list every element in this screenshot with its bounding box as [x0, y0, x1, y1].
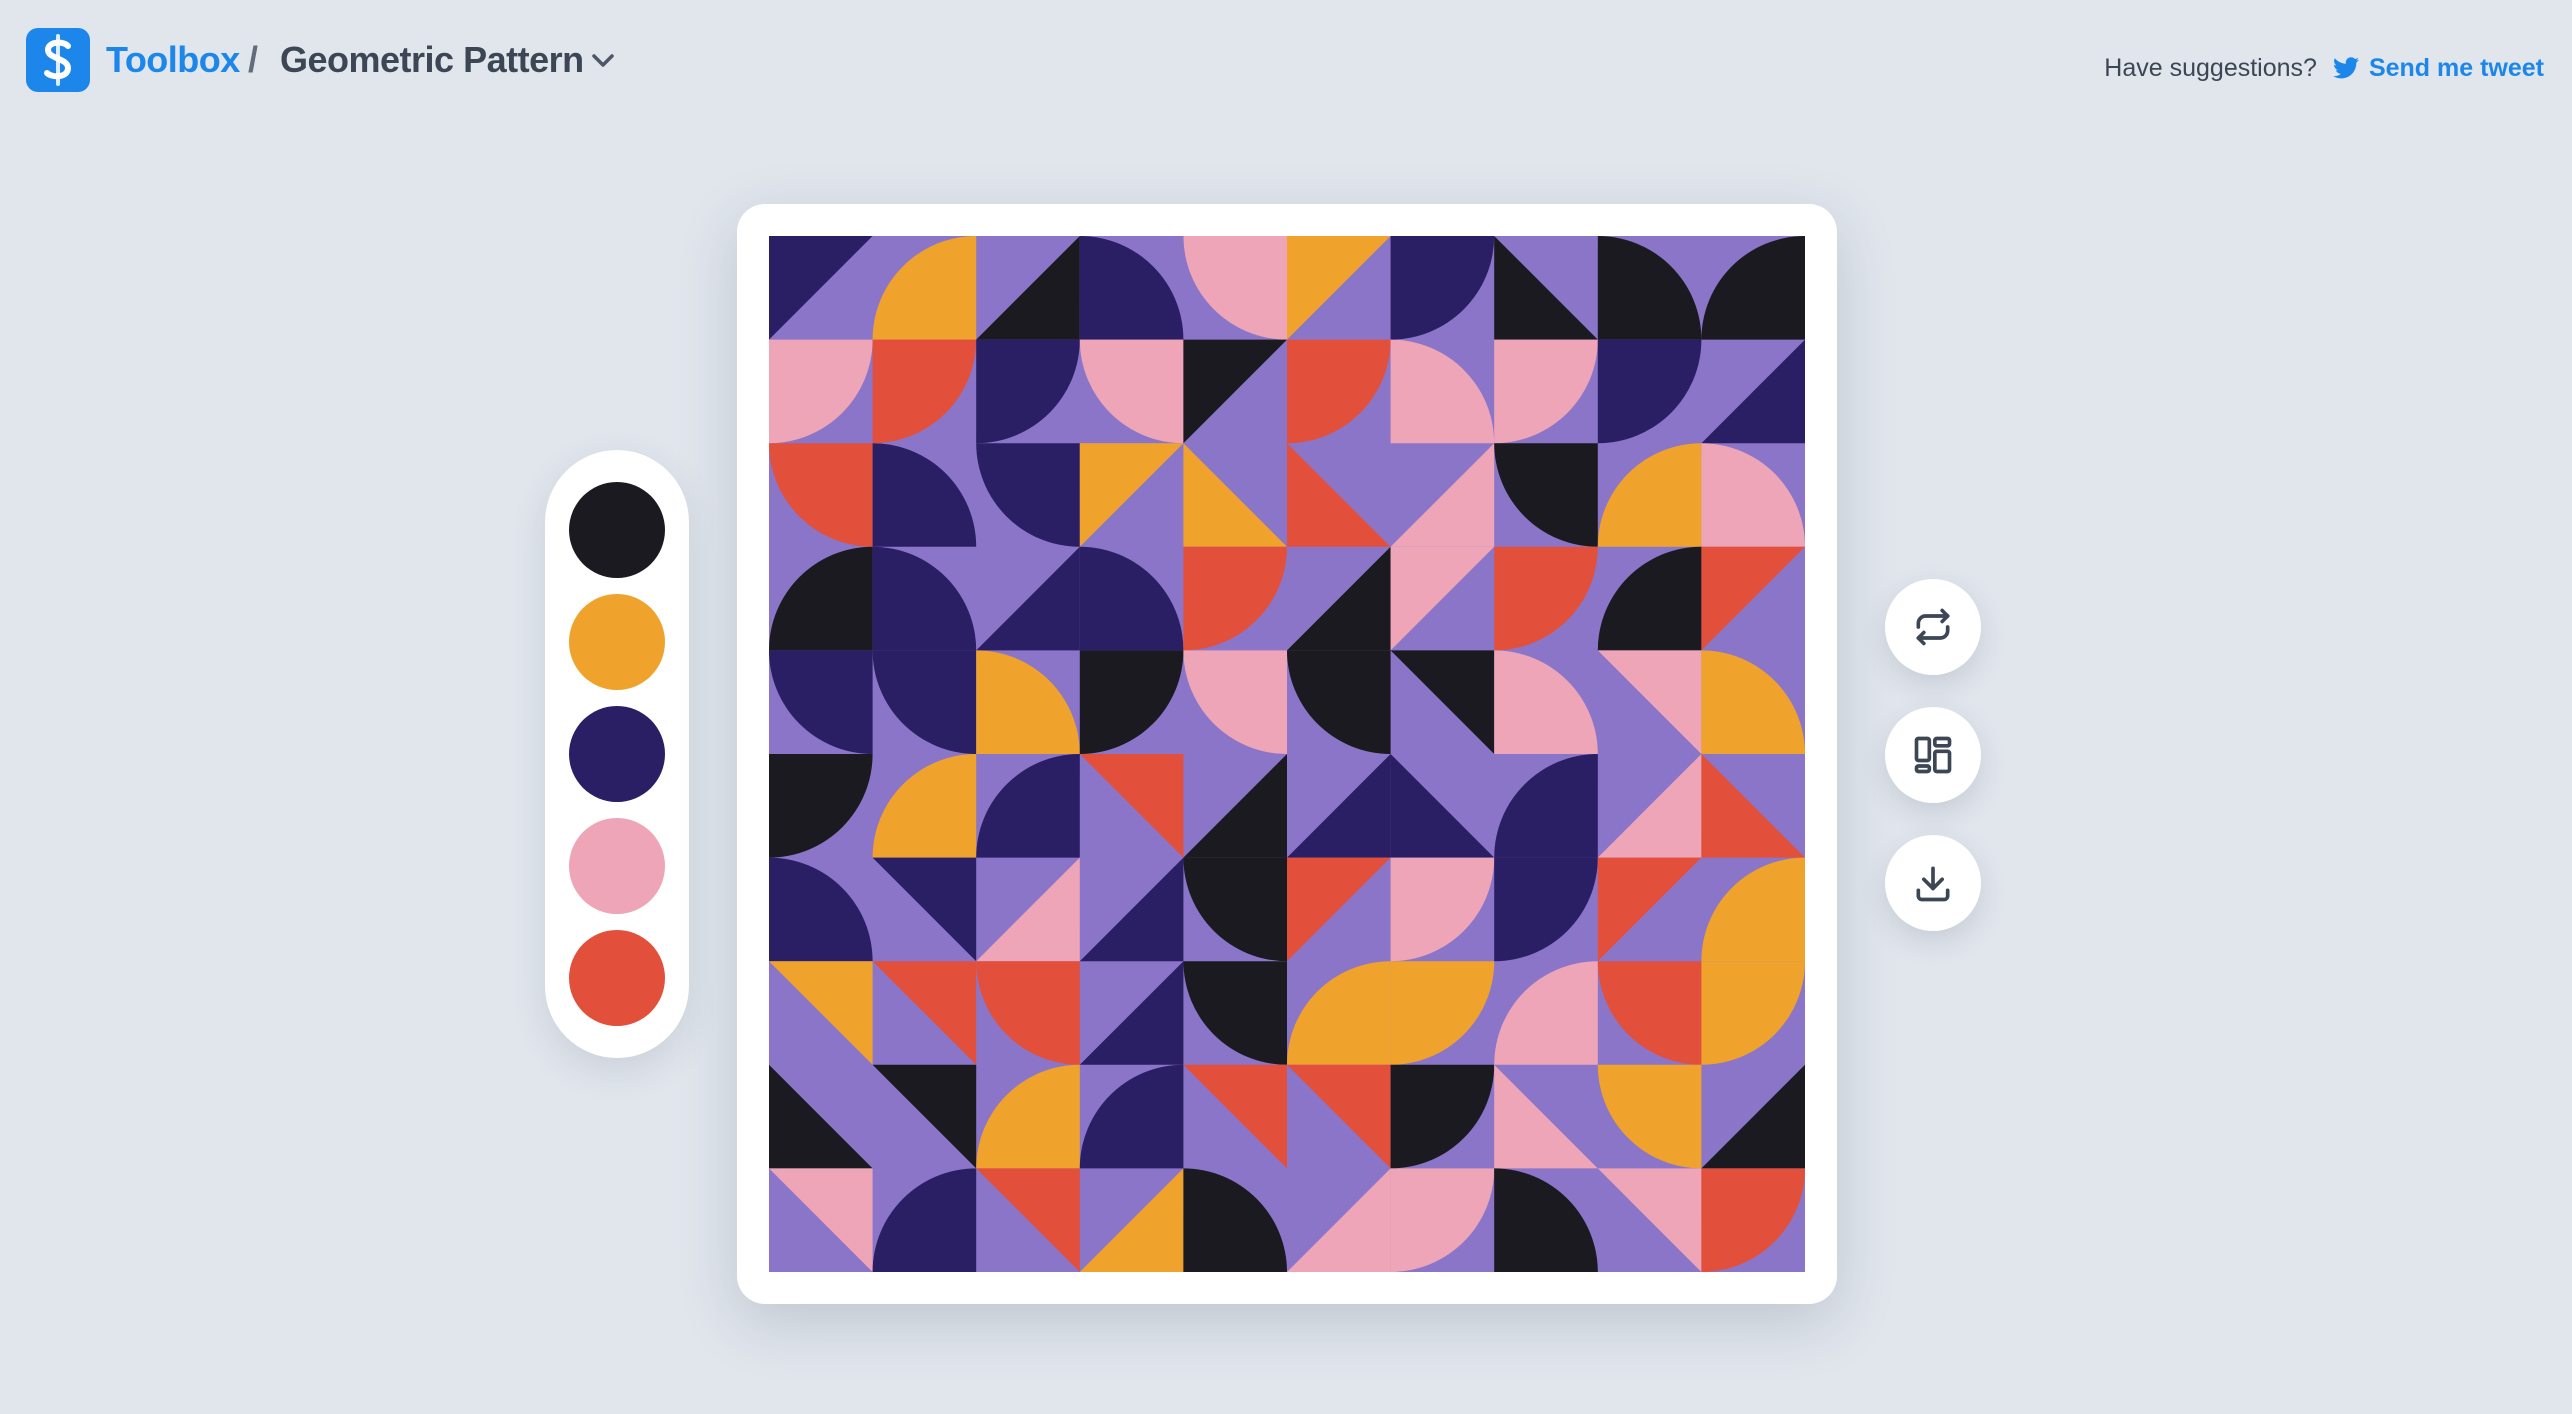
color-palette [545, 450, 689, 1058]
palette-swatch-red[interactable] [569, 930, 665, 1026]
palette-swatch-pink[interactable] [569, 818, 665, 914]
brand-link[interactable]: Toolbox [106, 36, 240, 84]
chevron-down-icon[interactable] [590, 52, 616, 75]
regenerate-button[interactable] [1885, 579, 1981, 675]
download-icon [1916, 866, 1950, 902]
geometric-pattern [769, 236, 1805, 1272]
send-tweet-label: Send me tweet [2368, 53, 2544, 82]
suggestions: Have suggestions? Send me tweet [2104, 50, 2544, 86]
palette-swatch-navy[interactable] [569, 706, 665, 802]
palette-swatch-black[interactable] [569, 482, 665, 578]
layout-icon [1914, 736, 1952, 774]
header: Toolbox / Geometric Pattern Have suggest… [0, 0, 2572, 130]
pattern-canvas-card [737, 204, 1837, 1304]
page-title: Geometric Pattern [280, 39, 584, 80]
layout-button[interactable] [1885, 707, 1981, 803]
download-button[interactable] [1885, 835, 1981, 931]
palette-swatch-orange[interactable] [569, 594, 665, 690]
regenerate-icon [1916, 608, 1950, 646]
twitter-icon [2332, 57, 2359, 79]
breadcrumb-separator: / [248, 39, 259, 80]
suggestions-text: Have suggestions? [2104, 53, 2317, 82]
toolbox-logo-icon[interactable] [26, 28, 90, 92]
send-tweet-link[interactable]: Send me tweet [2332, 53, 2544, 83]
